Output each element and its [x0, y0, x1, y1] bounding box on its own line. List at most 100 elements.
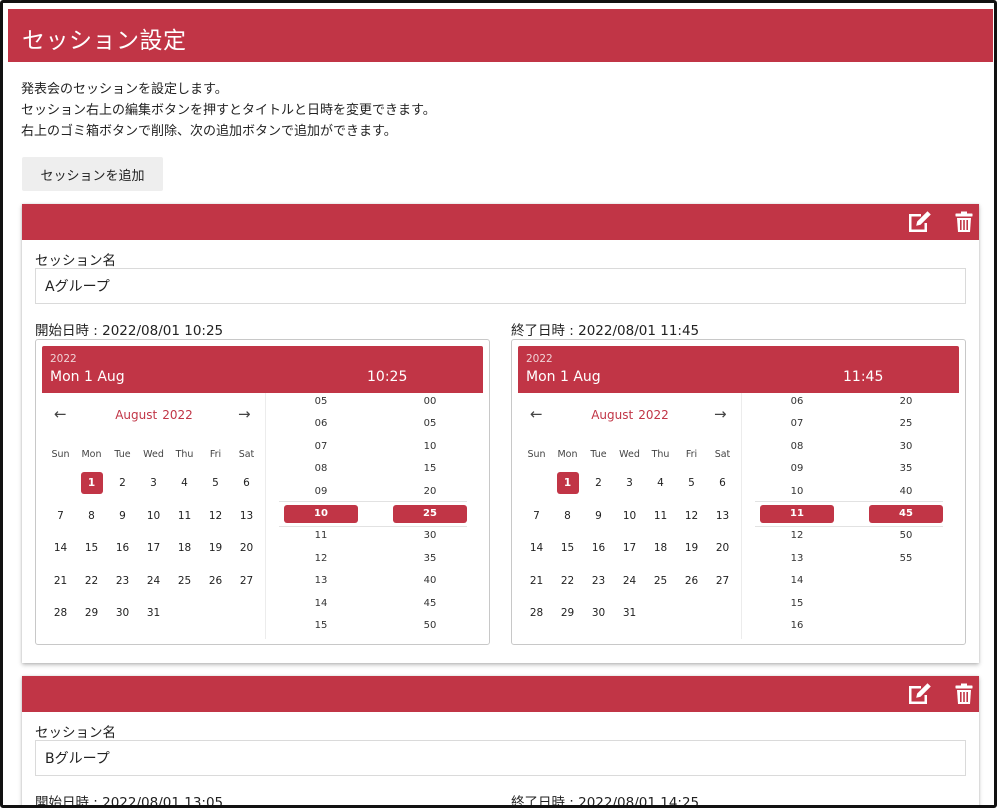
- calendar-day[interactable]: 6: [236, 472, 258, 494]
- calendar-day[interactable]: 20: [236, 537, 258, 559]
- picker-time[interactable]: 11:45: [843, 369, 883, 385]
- calendar-day[interactable]: 18: [174, 537, 196, 559]
- hour-option[interactable]: 12: [284, 550, 358, 568]
- calendar-day[interactable]: 20: [712, 537, 734, 559]
- calendar-day[interactable]: 5: [205, 472, 227, 494]
- minute-option[interactable]: 20: [393, 483, 467, 501]
- minute-option[interactable]: 30: [393, 527, 467, 545]
- calendar-day[interactable]: 3: [143, 472, 165, 494]
- calendar-day[interactable]: 30: [112, 602, 134, 624]
- session-name-input[interactable]: [35, 740, 966, 776]
- calendar-day[interactable]: 23: [588, 570, 610, 592]
- calendar-day[interactable]: 4: [174, 472, 196, 494]
- hour-option[interactable]: 05: [284, 393, 358, 411]
- calendar-day[interactable]: 17: [619, 537, 641, 559]
- calendar-day[interactable]: 9: [112, 505, 134, 527]
- minute-option[interactable]: 55: [869, 550, 943, 568]
- month-year[interactable]: 2022: [162, 408, 193, 422]
- hour-option[interactable]: 09: [284, 483, 358, 501]
- calendar-day[interactable]: 18: [650, 537, 672, 559]
- hour-option[interactable]: 13: [760, 550, 834, 568]
- calendar-day[interactable]: 5: [681, 472, 703, 494]
- calendar-day[interactable]: 29: [557, 602, 579, 624]
- minute-option[interactable]: 25: [393, 505, 467, 523]
- minute-option[interactable]: 40: [869, 483, 943, 501]
- calendar-day[interactable]: 10: [143, 505, 165, 527]
- calendar-day[interactable]: 6: [712, 472, 734, 494]
- hour-option[interactable]: 09: [760, 460, 834, 478]
- picker-year[interactable]: 2022: [526, 353, 553, 365]
- hour-option[interactable]: 14: [760, 572, 834, 590]
- hour-option[interactable]: 08: [284, 460, 358, 478]
- calendar-day[interactable]: 13: [236, 505, 258, 527]
- calendar-day[interactable]: 21: [526, 570, 548, 592]
- calendar-day[interactable]: 12: [205, 505, 227, 527]
- hour-option[interactable]: 16: [760, 617, 834, 635]
- minute-option[interactable]: 50: [869, 527, 943, 545]
- hour-option[interactable]: 10: [284, 505, 358, 523]
- calendar-day[interactable]: 17: [143, 537, 165, 559]
- minute-option[interactable]: 20: [869, 393, 943, 411]
- calendar-day[interactable]: 15: [557, 537, 579, 559]
- calendar-day[interactable]: 2: [112, 472, 134, 494]
- minute-option[interactable]: 00: [393, 393, 467, 411]
- calendar-day[interactable]: 21: [50, 570, 72, 592]
- minute-option[interactable]: 15: [393, 460, 467, 478]
- calendar-day[interactable]: 19: [681, 537, 703, 559]
- hour-option[interactable]: 08: [760, 438, 834, 456]
- minute-option[interactable]: 50: [393, 617, 467, 635]
- month-title[interactable]: August 2022: [518, 408, 742, 422]
- calendar-day[interactable]: 31: [619, 602, 641, 624]
- calendar-day[interactable]: 13: [712, 505, 734, 527]
- hour-option[interactable]: 06: [760, 393, 834, 411]
- calendar-day[interactable]: 28: [50, 602, 72, 624]
- calendar-day[interactable]: 14: [50, 537, 72, 559]
- calendar-day[interactable]: 29: [81, 602, 103, 624]
- calendar-day[interactable]: 8: [81, 505, 103, 527]
- calendar-day[interactable]: 11: [174, 505, 196, 527]
- hour-option[interactable]: 11: [284, 527, 358, 545]
- calendar-day[interactable]: 7: [526, 505, 548, 527]
- calendar-day[interactable]: 1: [80, 472, 103, 494]
- minute-option[interactable]: 40: [393, 572, 467, 590]
- calendar-day[interactable]: 9: [588, 505, 610, 527]
- calendar-day[interactable]: 3: [619, 472, 641, 494]
- hour-option[interactable]: 13: [284, 572, 358, 590]
- calendar-day[interactable]: 25: [174, 570, 196, 592]
- calendar-day[interactable]: 16: [112, 537, 134, 559]
- picker-date[interactable]: Mon 1 Aug: [50, 369, 125, 385]
- trash-icon[interactable]: [950, 209, 978, 235]
- session-name-input[interactable]: [35, 268, 966, 304]
- calendar-day[interactable]: 24: [619, 570, 641, 592]
- minute-option[interactable]: 05: [393, 415, 467, 433]
- month-year[interactable]: 2022: [638, 408, 669, 422]
- calendar-day[interactable]: 26: [205, 570, 227, 592]
- minute-option[interactable]: 30: [869, 438, 943, 456]
- month-title[interactable]: August 2022: [42, 408, 266, 422]
- hour-option[interactable]: 12: [760, 527, 834, 545]
- add-session-button[interactable]: セッションを追加: [22, 157, 163, 191]
- calendar-day[interactable]: 27: [712, 570, 734, 592]
- calendar-day[interactable]: 14: [526, 537, 548, 559]
- calendar-day[interactable]: 22: [81, 570, 103, 592]
- hour-option[interactable]: 15: [284, 617, 358, 635]
- picker-time[interactable]: 10:25: [367, 369, 407, 385]
- calendar-day[interactable]: 7: [50, 505, 72, 527]
- minute-option[interactable]: 10: [393, 438, 467, 456]
- hour-option[interactable]: 15: [760, 595, 834, 613]
- minute-option[interactable]: 25: [869, 415, 943, 433]
- minute-option[interactable]: 45: [393, 595, 467, 613]
- calendar-day[interactable]: 22: [557, 570, 579, 592]
- calendar-day[interactable]: 11: [650, 505, 672, 527]
- calendar-day[interactable]: 26: [681, 570, 703, 592]
- trash-icon[interactable]: [950, 681, 978, 707]
- calendar-day[interactable]: 16: [588, 537, 610, 559]
- calendar-day[interactable]: 28: [526, 602, 548, 624]
- calendar-day[interactable]: 19: [205, 537, 227, 559]
- hour-option[interactable]: 11: [760, 505, 834, 523]
- calendar-day[interactable]: 1: [556, 472, 579, 494]
- calendar-day[interactable]: 30: [588, 602, 610, 624]
- calendar-day[interactable]: 25: [650, 570, 672, 592]
- hour-option[interactable]: 07: [760, 415, 834, 433]
- hour-option[interactable]: 14: [284, 595, 358, 613]
